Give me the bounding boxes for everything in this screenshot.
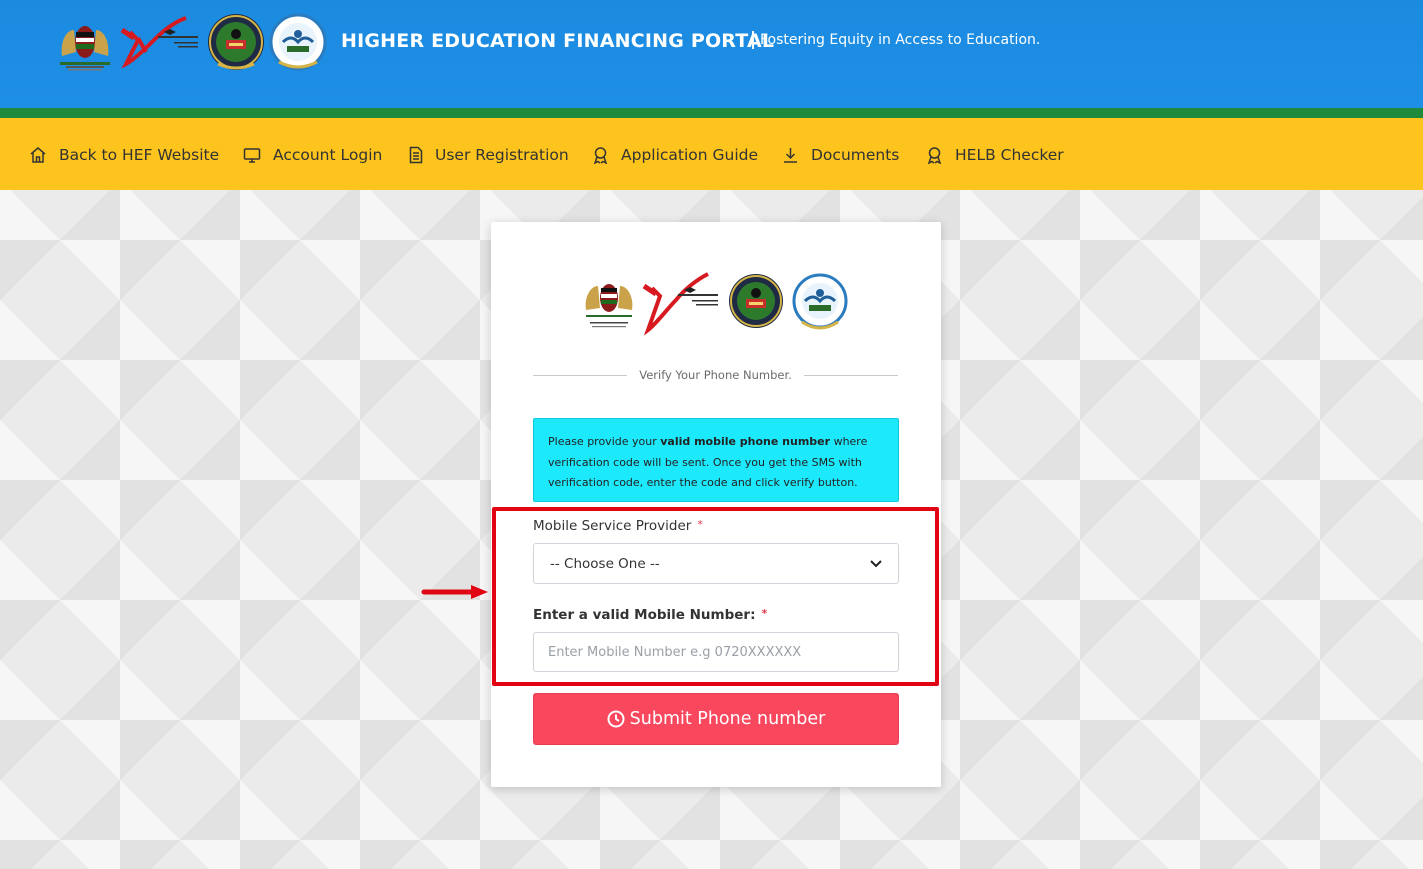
portal-title: HIGHER EDUCATION FINANCING PORTAL [341, 30, 775, 52]
helb-seal-logo [208, 14, 264, 70]
nav-label: User Registration [435, 146, 569, 164]
nav-label: Documents [811, 146, 900, 164]
universities-fund-logo [792, 273, 848, 330]
nav-back-to-hef-website[interactable]: Back to HEF Website [29, 144, 219, 166]
card-logos [585, 272, 848, 336]
divider-line-right [804, 375, 898, 376]
helb-seal-logo [729, 274, 783, 328]
nav-documents[interactable]: Documents [782, 144, 899, 166]
nav-label: Application Guide [621, 146, 759, 164]
submit-button-label: Submit Phone number [629, 709, 826, 729]
universities-fund-logo [269, 13, 327, 71]
chevron-down-icon [870, 559, 882, 567]
mobile-number-label-text: Enter a valid Mobile Number: [533, 607, 756, 623]
award-icon [593, 147, 608, 164]
ministry-swoosh-logo [120, 16, 198, 69]
document-icon [409, 146, 423, 164]
monitor-icon [243, 148, 261, 163]
ministry-swoosh-logo [642, 272, 718, 336]
nav-user-registration[interactable]: User Registration [409, 144, 569, 166]
divider-line-left [533, 375, 627, 376]
verify-phone-card: Verify Your Phone Number. Please provide… [491, 222, 941, 787]
nav-label: Back to HEF Website [59, 146, 220, 164]
info-text-bold: valid mobile phone number [660, 435, 831, 448]
award-icon [927, 147, 942, 164]
top-header: HIGHER EDUCATION FINANCING PORTAL Foster… [0, 0, 1423, 108]
nav-account-login[interactable]: Account Login [243, 144, 382, 166]
provider-selected-value: -- Choose One -- [550, 555, 660, 572]
info-alert: Please provide your valid mobile phone n… [533, 418, 899, 502]
download-icon [784, 148, 797, 163]
title-separator [752, 31, 754, 49]
green-strip [0, 108, 1423, 118]
required-marker: * [697, 518, 703, 531]
portal-tagline: Fostering Equity in Access to Education. [760, 32, 1041, 48]
coat-of-arms-logo [60, 26, 110, 71]
required-marker: * [761, 607, 768, 620]
card-heading: Verify Your Phone Number. [639, 368, 792, 382]
provider-label-text: Mobile Service Provider [533, 518, 692, 534]
main-nav: Back to HEF Website Account Login User R… [0, 118, 1423, 190]
nav-helb-checker[interactable]: HELB Checker [926, 144, 1064, 166]
annotation-arrow-icon [421, 585, 488, 599]
info-text-prefix: Please provide your [548, 435, 661, 448]
submit-phone-button[interactable]: Submit Phone number [533, 693, 899, 745]
mobile-number-input[interactable] [533, 632, 899, 672]
nav-label: Account Login [273, 146, 383, 164]
nav-application-guide[interactable]: Application Guide [592, 144, 758, 166]
provider-select[interactable]: -- Choose One -- [533, 543, 899, 584]
nav-label: HELB Checker [955, 146, 1064, 164]
provider-label: Mobile Service Provider * [533, 518, 703, 534]
clock-icon [607, 710, 625, 728]
coat-of-arms-logo [585, 284, 633, 328]
home-icon [30, 147, 46, 163]
mobile-number-label: Enter a valid Mobile Number: * [533, 607, 767, 623]
